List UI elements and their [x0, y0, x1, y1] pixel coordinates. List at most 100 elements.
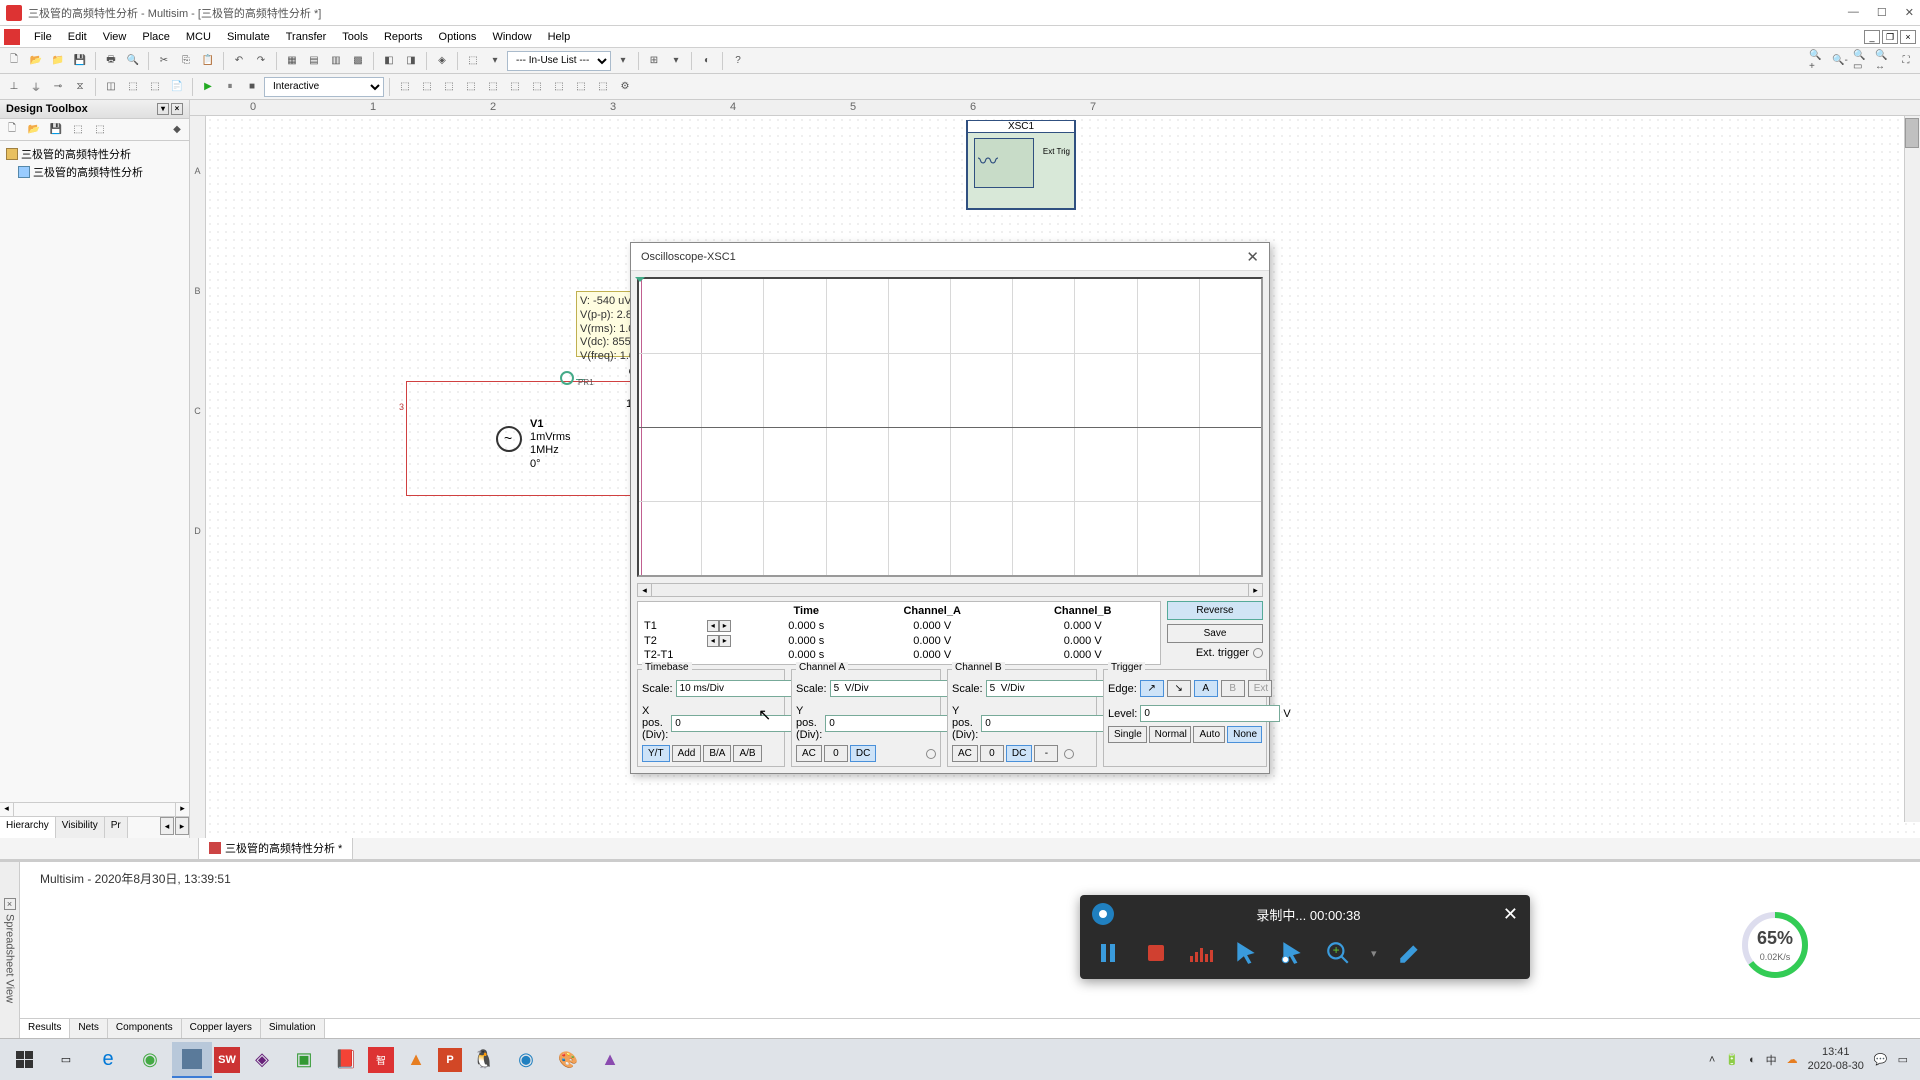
- pause-icon[interactable]: ⏸: [220, 77, 240, 97]
- mode-ba[interactable]: B/A: [703, 745, 731, 762]
- app-purple-icon[interactable]: ▲: [590, 1042, 630, 1078]
- sim-j-icon[interactable]: ⬚: [593, 77, 613, 97]
- maximize-button[interactable]: ☐: [1877, 6, 1887, 19]
- paint-icon[interactable]: 🎨: [548, 1042, 588, 1078]
- menu-view[interactable]: View: [95, 29, 135, 45]
- dt-c-icon[interactable]: ◆: [167, 120, 187, 140]
- mode-add[interactable]: Add: [672, 745, 702, 762]
- spreadsheet-close-icon[interactable]: ×: [4, 898, 16, 910]
- sim-a-icon[interactable]: ⬚: [395, 77, 415, 97]
- spread-tab-components[interactable]: Components: [108, 1019, 182, 1040]
- app-rec-icon[interactable]: ◉: [506, 1042, 546, 1078]
- taskbar-clock[interactable]: 13:412020-08-30: [1808, 1046, 1864, 1072]
- chb-neg[interactable]: -: [1034, 745, 1058, 762]
- inuse-select[interactable]: --- In-Use List ---: [507, 51, 611, 71]
- panel-close-icon[interactable]: ×: [171, 103, 183, 115]
- tab-hierarchy[interactable]: Hierarchy: [0, 817, 56, 838]
- stop-icon[interactable]: ■: [242, 77, 262, 97]
- save-icon[interactable]: 💾: [70, 51, 90, 71]
- sim-i-icon[interactable]: ⬚: [571, 77, 591, 97]
- recorder-highlight-tool[interactable]: [1279, 940, 1305, 966]
- chb-jack[interactable]: [1064, 749, 1074, 759]
- trigger-level-input[interactable]: [1140, 705, 1280, 722]
- tab-visibility[interactable]: Visibility: [56, 817, 105, 838]
- oscope-close-button[interactable]: ✕: [1246, 248, 1259, 266]
- task-view-icon[interactable]: ▭: [46, 1042, 86, 1078]
- mdi-restore[interactable]: ❐: [1882, 30, 1898, 44]
- powerpoint-icon[interactable]: P: [438, 1048, 462, 1072]
- mode-select[interactable]: Interactive: [264, 77, 384, 97]
- tray-sync-icon[interactable]: ☁: [1787, 1053, 1798, 1066]
- undo-icon[interactable]: ↶: [229, 51, 249, 71]
- probe-pr1[interactable]: [560, 371, 574, 385]
- comp-a-icon[interactable]: ⊥: [4, 77, 24, 97]
- trig-none[interactable]: None: [1227, 726, 1262, 743]
- chb-ac[interactable]: AC: [952, 745, 978, 762]
- comp-e-icon[interactable]: ◫: [101, 77, 121, 97]
- comp-f-icon[interactable]: ⬚: [123, 77, 143, 97]
- tool-g-icon[interactable]: ⊞: [644, 51, 664, 71]
- tab-scroll-right[interactable]: ▸: [175, 817, 189, 835]
- instrument-xsc1[interactable]: XSC1 〰 Ext Trig: [966, 120, 1076, 210]
- recorder-pen-tool[interactable]: [1397, 940, 1423, 966]
- edge-ext[interactable]: Ext: [1248, 680, 1272, 697]
- edge-a[interactable]: A: [1194, 680, 1218, 697]
- menu-edit[interactable]: Edit: [60, 29, 95, 45]
- menu-reports[interactable]: Reports: [376, 29, 431, 45]
- tab-pr[interactable]: Pr: [105, 817, 128, 838]
- comp-b-icon[interactable]: ⏚: [26, 77, 46, 97]
- redo-icon[interactable]: ↷: [251, 51, 271, 71]
- zoom-in-icon[interactable]: 🔍+: [1808, 51, 1828, 71]
- vs-icon[interactable]: ◈: [242, 1042, 282, 1078]
- chb-ypos-input[interactable]: [981, 715, 1121, 732]
- grid4-icon[interactable]: ▩: [348, 51, 368, 71]
- open2-icon[interactable]: 📁: [48, 51, 68, 71]
- app-red-icon[interactable]: 智: [368, 1047, 394, 1073]
- menu-transfer[interactable]: Transfer: [278, 29, 335, 45]
- mode-ab[interactable]: A/B: [733, 745, 761, 762]
- trig-auto[interactable]: Auto: [1193, 726, 1225, 743]
- sim-h-icon[interactable]: ⬚: [549, 77, 569, 97]
- tray-battery-icon[interactable]: 🔋: [1725, 1053, 1739, 1066]
- edge-rise[interactable]: ↗: [1140, 680, 1164, 697]
- sim-b-icon[interactable]: ⬚: [417, 77, 437, 97]
- mode-yt[interactable]: Y/T: [642, 745, 670, 762]
- matlab-icon[interactable]: ▲: [396, 1042, 436, 1078]
- tray-up-icon[interactable]: ˄: [1709, 1054, 1715, 1066]
- preview-icon[interactable]: 🔍: [123, 51, 143, 71]
- sim-d-icon[interactable]: ⬚: [461, 77, 481, 97]
- comp-c-icon[interactable]: ⊸: [48, 77, 68, 97]
- recorder-cursor-tool[interactable]: [1233, 940, 1259, 966]
- oscope-screen[interactable]: [637, 277, 1263, 577]
- tool-f-icon[interactable]: ▾: [613, 51, 633, 71]
- trig-single[interactable]: Single: [1108, 726, 1147, 743]
- help-icon[interactable]: ?: [728, 51, 748, 71]
- paste-icon[interactable]: 📋: [198, 51, 218, 71]
- recorder-close-button[interactable]: ✕: [1503, 904, 1518, 925]
- sim-c-icon[interactable]: ⬚: [439, 77, 459, 97]
- dt-b-icon[interactable]: ⬚: [90, 120, 110, 140]
- menu-file[interactable]: File: [26, 29, 60, 45]
- t2-right[interactable]: ▸: [719, 635, 731, 647]
- open-icon[interactable]: 📂: [26, 51, 46, 71]
- save-button[interactable]: Save: [1167, 624, 1263, 643]
- dt-new-icon[interactable]: 🗋: [2, 120, 22, 140]
- recorder-pause-button[interactable]: [1094, 939, 1122, 967]
- multisim-taskbar-icon[interactable]: [172, 1042, 212, 1078]
- spread-tab-results[interactable]: Results: [20, 1019, 70, 1040]
- browser-icon[interactable]: ◉: [130, 1042, 170, 1078]
- tray-notif-icon[interactable]: 💬: [1874, 1053, 1888, 1066]
- tray-notes-icon[interactable]: ▭: [1898, 1053, 1908, 1066]
- tool-d-icon[interactable]: ⬚: [463, 51, 483, 71]
- spread-tab-simulation[interactable]: Simulation: [261, 1019, 325, 1040]
- t1-left[interactable]: ◂: [707, 620, 719, 632]
- cha-dc[interactable]: DC: [850, 745, 876, 762]
- dt-open-icon[interactable]: 📂: [24, 120, 44, 140]
- tool-b-icon[interactable]: ◨: [401, 51, 421, 71]
- hscroll-right[interactable]: ▸: [175, 803, 189, 816]
- doc-tab-active[interactable]: 三极管的高频特性分析 *: [198, 836, 353, 859]
- fullscreen-icon[interactable]: ⛶: [1896, 51, 1916, 71]
- t2-left[interactable]: ◂: [707, 635, 719, 647]
- chb-0[interactable]: 0: [980, 745, 1004, 762]
- menu-simulate[interactable]: Simulate: [219, 29, 278, 45]
